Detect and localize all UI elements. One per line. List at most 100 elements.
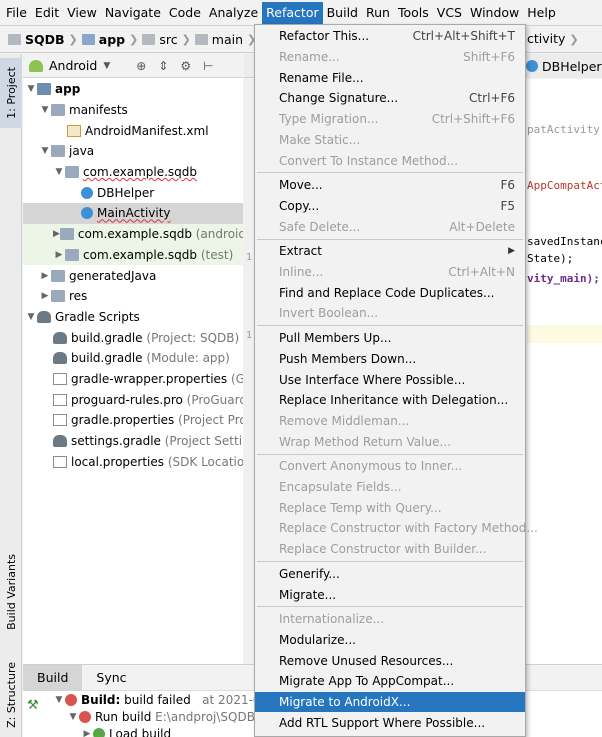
menu-item-safe-delete[interactable]: Safe Delete... Alt+Delete (255, 216, 525, 237)
menu-item-copy[interactable]: Copy... F5 (255, 196, 525, 217)
gear-icon[interactable]: ⚙ (180, 59, 191, 73)
menu-vcs[interactable]: VCS (433, 2, 466, 24)
menu-item-rename-file[interactable]: Rename File... (255, 67, 525, 88)
tree-item-dbhelper[interactable]: DBHelper (23, 182, 243, 203)
menu-code[interactable]: Code (165, 2, 205, 24)
collapsed-arrow-icon[interactable]: ▶ (39, 291, 51, 301)
expanded-arrow-icon[interactable]: ▼ (67, 712, 79, 722)
build-row-load-build[interactable]: ▶ Load build (81, 727, 171, 737)
breadcrumb-item-src[interactable]: src ❯ (142, 32, 191, 47)
build-row-failed[interactable]: ▼ Build: build failed at 2021-03 (53, 693, 269, 707)
menu-navigate[interactable]: Navigate (101, 2, 165, 24)
menu-item-rename[interactable]: Rename... Shift+F6 (255, 47, 525, 68)
expanded-arrow-icon[interactable]: ▼ (53, 167, 65, 177)
current-line-highlight (527, 325, 602, 343)
build-row-run-build[interactable]: ▼ Run build E:\andproj\SQDB (67, 710, 255, 724)
expanded-arrow-icon[interactable]: ▼ (25, 312, 37, 322)
menu-item-make-static[interactable]: Make Static... (255, 130, 525, 151)
tool-tab-structure[interactable]: Z: Structure (0, 656, 22, 734)
breadcrumb-item-main[interactable]: main ❯ (194, 32, 256, 47)
tree-item-mainactivity[interactable]: MainActivity (23, 203, 243, 224)
menu-help[interactable]: Help (523, 2, 560, 24)
tool-tab-project[interactable]: 1: Project (0, 58, 22, 128)
tree-item-manifests[interactable]: ▼ manifests (23, 100, 243, 121)
menu-item-migrate-to-androidx[interactable]: Migrate to AndroidX... (255, 691, 525, 713)
locate-icon[interactable]: ⊕ (136, 59, 146, 73)
menu-view[interactable]: View (63, 2, 101, 24)
expanded-arrow-icon[interactable]: ▼ (53, 695, 65, 705)
tree-item-gradle-properties[interactable]: gradle.properties (Project Properties) (23, 410, 243, 431)
menu-item-replace-inheritance-with-delegation[interactable]: Replace Inheritance with Delegation... (255, 390, 525, 411)
chevron-right-icon: ❯ (68, 33, 78, 46)
menu-item-extract[interactable]: Extract ▶ (255, 241, 525, 262)
tree-item-java[interactable]: ▼ java (23, 141, 243, 162)
project-view-selector[interactable]: Android (49, 58, 97, 73)
menu-item-remove-unused-resources[interactable]: Remove Unused Resources... (255, 650, 525, 671)
menu-run[interactable]: Run (362, 2, 394, 24)
tree-item-gradle-wrapper[interactable]: gradle-wrapper.properties (Gradle Versio… (23, 369, 243, 390)
menu-item-replace-temp-with-query[interactable]: Replace Temp with Query... (255, 497, 525, 518)
tree-item-generatedjava[interactable]: ▶ generatedJava (23, 265, 243, 286)
menu-item-find-and-replace-code-duplicates[interactable]: Find and Replace Code Duplicates... (255, 282, 525, 303)
breadcrumb-item-mainactivity[interactable]: ctivity ❯ (527, 31, 579, 46)
menu-item-invert-boolean[interactable]: Invert Boolean... (255, 303, 525, 324)
collapsed-arrow-icon[interactable]: ▶ (53, 250, 65, 260)
menu-item-modularize[interactable]: Modularize... (255, 630, 525, 651)
menu-item-remove-middleman[interactable]: Remove Middleman... (255, 411, 525, 432)
menu-item-migrate[interactable]: Migrate... (255, 584, 525, 605)
menu-window[interactable]: Window (466, 2, 523, 24)
menu-item-change-signature[interactable]: Change Signature... Ctrl+F6 (255, 88, 525, 109)
tree-item-package-main[interactable]: ▼ com.example.sqdb (23, 162, 243, 183)
chevron-down-icon[interactable]: ▼ (103, 61, 110, 71)
menu-item-convert-anonymous-to-inner[interactable]: Convert Anonymous to Inner... (255, 456, 525, 477)
tree-item-build-gradle-project[interactable]: build.gradle (Project: SQDB) (23, 327, 243, 348)
tree-item-package-test[interactable]: ▶ com.example.sqdb (test) (23, 244, 243, 266)
menu-item-inline[interactable]: Inline... Ctrl+Alt+N (255, 262, 525, 283)
tab-build[interactable]: Build (23, 665, 83, 691)
tree-item-package-androidtest[interactable]: ▶com.example.sqdb (androidTest) (23, 223, 243, 245)
menu-item-use-interface-where-possible[interactable]: Use Interface Where Possible... (255, 369, 525, 390)
tree-item-local-properties[interactable]: local.properties (SDK Location) (23, 451, 243, 472)
tree-item-androidmanifest[interactable]: AndroidManifest.xml (23, 120, 243, 141)
editor-tab-dbhelper[interactable]: DBHelper (520, 54, 602, 78)
tab-sync[interactable]: Sync (82, 665, 140, 691)
collapse-all-icon[interactable]: ⇕ (158, 59, 168, 73)
expanded-arrow-icon[interactable]: ▼ (39, 105, 51, 115)
collapsed-arrow-icon[interactable]: ▶ (53, 229, 60, 239)
menu-item-push-members-down[interactable]: Push Members Down... (255, 349, 525, 370)
menu-analyze[interactable]: Analyze (205, 2, 262, 24)
tree-item-build-gradle-module[interactable]: build.gradle (Module: app) (23, 348, 243, 369)
hammer-icon[interactable]: ⚒ (27, 698, 41, 713)
menu-item-refactor-this[interactable]: Refactor This... Ctrl+Alt+Shift+T (255, 26, 525, 47)
menu-item-wrap-method-return-value[interactable]: Wrap Method Return Value... (255, 431, 525, 452)
menu-item-convert-to-instance-method[interactable]: Convert To Instance Method... (255, 150, 525, 171)
tree-item-res[interactable]: ▶ res (23, 286, 243, 307)
tree-item-app[interactable]: ▼ app (23, 79, 243, 100)
collapsed-arrow-icon[interactable]: ▶ (81, 729, 93, 737)
menu-item-replace-constructor-with-factory-method[interactable]: Replace Constructor with Factory Method.… (255, 518, 538, 539)
menu-file[interactable]: File (2, 2, 31, 24)
tree-item-settings-gradle[interactable]: settings.gradle (Project Settings) (23, 431, 243, 452)
menu-tools[interactable]: Tools (394, 2, 433, 24)
menu-build[interactable]: Build (323, 2, 362, 24)
tool-tab-build-variants[interactable]: Build Variants (0, 550, 22, 634)
menu-item-move[interactable]: Move... F6 (255, 175, 525, 196)
menu-item-replace-constructor-with-builder[interactable]: Replace Constructor with Builder... (255, 539, 525, 560)
collapsed-arrow-icon[interactable]: ▶ (39, 271, 51, 281)
expanded-arrow-icon[interactable]: ▼ (39, 146, 51, 156)
menu-refactor[interactable]: Refactor (262, 1, 323, 24)
expanded-arrow-icon[interactable]: ▼ (25, 84, 37, 94)
menu-item-generify[interactable]: Generify... (255, 564, 525, 585)
menu-item-add-rtl-support-where-possible[interactable]: Add RTL Support Where Possible... (255, 712, 525, 733)
hide-icon[interactable]: ⊢ (203, 59, 213, 73)
menu-item-type-migration[interactable]: Type Migration... Ctrl+Shift+F6 (255, 109, 525, 130)
tree-item-gradle-scripts[interactable]: ▼ Gradle Scripts (23, 307, 243, 328)
menu-item-pull-members-up[interactable]: Pull Members Up... (255, 328, 525, 349)
menu-item-internationalize[interactable]: Internationalize... (255, 609, 525, 630)
breadcrumb-item-app[interactable]: app ❯ (81, 32, 138, 47)
tree-item-proguard-rules[interactable]: proguard-rules.pro (ProGuard Rules) (23, 389, 243, 410)
menu-item-migrate-app-to-appcompat[interactable]: Migrate App To AppCompat... (255, 671, 525, 692)
breadcrumb-item-sqdb[interactable]: SQDB ❯ (8, 32, 78, 47)
menu-item-encapsulate-fields[interactable]: Encapsulate Fields... (255, 477, 525, 498)
menu-edit[interactable]: Edit (31, 2, 63, 24)
